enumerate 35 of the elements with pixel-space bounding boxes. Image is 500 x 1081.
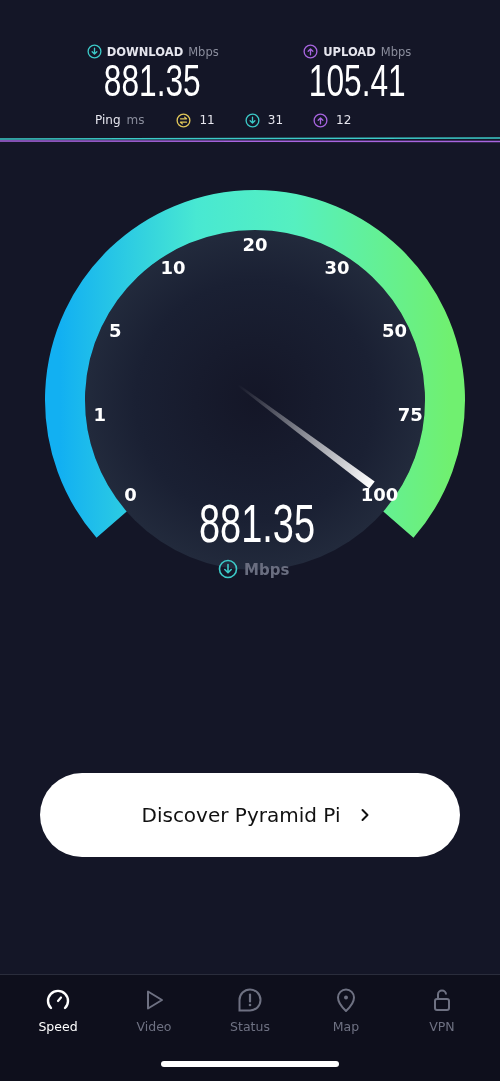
ping-value: 11 <box>199 113 215 127</box>
nav-tab[interactable]: Status <box>202 975 298 1055</box>
upload-icon <box>303 44 319 59</box>
discover-button[interactable]: Discover Pyramid Pi <box>40 773 460 857</box>
download-label: DOWNLOAD <box>106 44 184 59</box>
swap-arrows-icon <box>176 112 192 128</box>
scale-label: 20 <box>242 234 268 255</box>
scale-label: 0 <box>124 483 137 505</box>
speed-unit: Mbps <box>244 561 290 579</box>
download-icon <box>244 112 260 128</box>
nav-tab[interactable]: Video <box>106 975 202 1055</box>
scale-label: 1 <box>93 404 106 426</box>
scale-label: 5 <box>109 320 122 342</box>
upload-icon <box>313 112 329 128</box>
download-icon <box>86 44 102 59</box>
scale-label: 10 <box>160 257 186 279</box>
upload-label: UPLOAD <box>323 44 376 59</box>
ping-value: 12 <box>336 113 352 127</box>
chevron-right-icon <box>360 808 371 822</box>
download-value: 881.35 <box>104 57 202 105</box>
upload-unit: Mbps <box>380 44 412 59</box>
nav-tab[interactable]: Map <box>298 975 394 1055</box>
download-unit: Mbps <box>188 44 219 59</box>
nav-tab[interactable]: Speed <box>10 975 106 1055</box>
upload-value: 105.41 <box>308 57 406 105</box>
alert-icon <box>237 987 263 1013</box>
download-icon <box>218 559 238 579</box>
scale-label: 50 <box>382 320 408 342</box>
scale-label: 75 <box>397 404 423 426</box>
scale-label: 100 <box>360 483 399 505</box>
scale-label: 30 <box>324 257 350 279</box>
nav-tab[interactable]: VPN <box>394 975 490 1055</box>
ping-unit: ms <box>126 113 145 127</box>
ping-value: 31 <box>267 113 284 127</box>
ping-label: Ping <box>95 113 121 127</box>
